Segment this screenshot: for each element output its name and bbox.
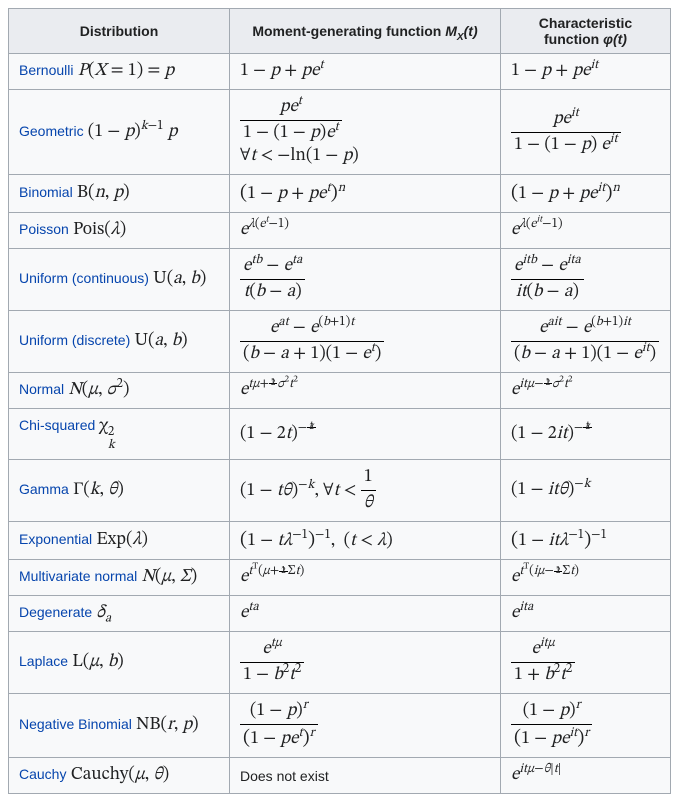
cell-distribution: Poisson Pois(λ): [9, 213, 230, 249]
distribution-link[interactable]: Normal: [19, 381, 64, 397]
cell-distribution: Uniform (discrete) U(a, b): [9, 311, 230, 373]
cell-cf: (1 − p + peit)n: [501, 175, 671, 213]
table-row: Bernoulli P(X = 1) = p1 − p + pet1 − p +…: [9, 54, 671, 90]
cell-distribution: Degenerate δa: [9, 596, 230, 632]
cell-mgf: (1 − 2t)−k2: [230, 409, 501, 460]
distribution-notation: U(a, b): [130, 332, 187, 350]
table-row: Binomial B(n, p)(1 − p + pet)n(1 − p + p…: [9, 175, 671, 213]
cell-distribution: Uniform (continuous) U(a, b): [9, 249, 230, 311]
cell-distribution: Negative Binomial NB(r, p): [9, 694, 230, 758]
table-row: Uniform (discrete) U(a, b)eat − e(b+1)t(…: [9, 311, 671, 373]
cell-distribution: Binomial B(n, p): [9, 175, 230, 213]
header-cf: Characteristic function φ(t): [501, 9, 671, 54]
cell-cf: (1 − p)r(1 − peit)r: [501, 694, 671, 758]
distribution-link[interactable]: Cauchy: [19, 766, 66, 782]
table-row: Exponential Exp(λ)(1 − tλ−1)−1, (t < λ)(…: [9, 522, 671, 560]
cell-distribution: Laplace L(μ, b): [9, 632, 230, 694]
distribution-notation: N(μ, σ2): [64, 381, 129, 399]
table-row: Uniform (continuous) U(a, b)etb − etat(b…: [9, 249, 671, 311]
distribution-link[interactable]: Degenerate: [19, 604, 92, 620]
cell-mgf: pet1 − (1 − p)et∀t < −ln(1 − p): [230, 90, 501, 175]
cell-distribution: Multivariate normal N(μ, Σ): [9, 560, 230, 596]
table-row: Gamma Γ(k, θ)(1 − tθ)−k, ∀t < 1θ(1 − itθ…: [9, 460, 671, 522]
distribution-notation: B(n, p): [73, 184, 130, 202]
cell-mgf: eat − e(b+1)t(b − a + 1)(1 − et): [230, 311, 501, 373]
cell-cf: etT(iμ−12Σt): [501, 560, 671, 596]
distribution-notation: P(X = 1) = p: [73, 62, 174, 80]
distribution-link[interactable]: Uniform (continuous): [19, 270, 149, 286]
cell-mgf: (1 − tθ)−k, ∀t < 1θ: [230, 460, 501, 522]
distribution-table: Distribution Moment-generating function …: [8, 8, 671, 794]
distribution-link[interactable]: Laplace: [19, 653, 68, 669]
distribution-notation: Γ(k, θ): [69, 481, 124, 499]
cell-mgf: (1 − tλ−1)−1, (t < λ): [230, 522, 501, 560]
cell-mgf: Does not exist: [230, 758, 501, 794]
cell-cf: eitμ−12σ2t2: [501, 373, 671, 409]
table-row: Geometric (1 − p)k−1 ppet1 − (1 − p)et∀t…: [9, 90, 671, 175]
distribution-notation: χ2k: [95, 417, 115, 435]
cell-mgf: (1 − p)r(1 − pet)r: [230, 694, 501, 758]
cell-distribution: Bernoulli P(X = 1) = p: [9, 54, 230, 90]
table-row: Laplace L(μ, b)etμ1 − b2t2eitμ1 + b2t2: [9, 632, 671, 694]
cell-cf: 1 − p + peit: [501, 54, 671, 90]
cell-cf: eait − e(b+1)it(b − a + 1)(1 − eit): [501, 311, 671, 373]
cell-mgf: etb − etat(b − a): [230, 249, 501, 311]
header-mgf: Moment-generating function MX(t): [230, 9, 501, 54]
cell-cf: eitμ−θ|t|: [501, 758, 671, 794]
table-row: Chi-squared χ2k(1 − 2t)−k2(1 − 2it)−k2: [9, 409, 671, 460]
cell-distribution: Cauchy Cauchy(μ, θ): [9, 758, 230, 794]
distribution-notation: Pois(λ): [69, 221, 126, 239]
distribution-link[interactable]: Exponential: [19, 531, 92, 547]
cell-distribution: Exponential Exp(λ): [9, 522, 230, 560]
cell-mgf: (1 − p + pet)n: [230, 175, 501, 213]
cell-distribution: Geometric (1 − p)k−1 p: [9, 90, 230, 175]
distribution-link[interactable]: Geometric: [19, 123, 84, 139]
distribution-link[interactable]: Gamma: [19, 481, 69, 497]
table-row: Negative Binomial NB(r, p)(1 − p)r(1 − p…: [9, 694, 671, 758]
distribution-notation: Exp(λ): [92, 531, 148, 549]
distribution-link[interactable]: Negative Binomial: [19, 716, 132, 732]
cell-cf: peit1 − (1 − p) eit: [501, 90, 671, 175]
cell-mgf: etμ1 − b2t2: [230, 632, 501, 694]
header-distribution: Distribution: [9, 9, 230, 54]
table-row: Normal N(μ, σ2)etμ+12σ2t2eitμ−12σ2t2: [9, 373, 671, 409]
distribution-notation: L(μ, b): [68, 653, 124, 671]
cell-mgf: etμ+12σ2t2: [230, 373, 501, 409]
cell-cf: (1 − 2it)−k2: [501, 409, 671, 460]
distribution-notation: U(a, b): [149, 270, 206, 288]
table-row: Multivariate normal N(μ, Σ)etT(μ+12Σt)et…: [9, 560, 671, 596]
cell-cf: eita: [501, 596, 671, 632]
distribution-notation: N(μ, Σ): [137, 568, 197, 586]
cell-mgf: eta: [230, 596, 501, 632]
distribution-link[interactable]: Poisson: [19, 221, 69, 237]
distribution-notation: (1 − p)k−1 p: [84, 123, 178, 141]
distribution-notation: δa: [92, 604, 111, 622]
cell-distribution: Chi-squared χ2k: [9, 409, 230, 460]
distribution-notation: NB(r, p): [132, 716, 199, 734]
distribution-link[interactable]: Bernoulli: [19, 62, 73, 78]
distribution-link[interactable]: Chi-squared: [19, 417, 95, 433]
cell-distribution: Normal N(μ, σ2): [9, 373, 230, 409]
table-row: Degenerate δaetaeita: [9, 596, 671, 632]
distribution-link[interactable]: Binomial: [19, 184, 73, 200]
distribution-link[interactable]: Uniform (discrete): [19, 332, 130, 348]
cell-distribution: Gamma Γ(k, θ): [9, 460, 230, 522]
cell-cf: (1 − itλ−1)−1: [501, 522, 671, 560]
cell-cf: eitμ1 + b2t2: [501, 632, 671, 694]
distribution-link[interactable]: Multivariate normal: [19, 568, 137, 584]
distribution-notation: Cauchy(μ, θ): [66, 766, 169, 784]
cell-cf: (1 − itθ)−k: [501, 460, 671, 522]
header-row: Distribution Moment-generating function …: [9, 9, 671, 54]
table-row: Cauchy Cauchy(μ, θ)Does not existeitμ−θ|…: [9, 758, 671, 794]
cell-mgf: 1 − p + pet: [230, 54, 501, 90]
cell-cf: eλ(eit−1): [501, 213, 671, 249]
cell-cf: eitb − eitait(b − a): [501, 249, 671, 311]
cell-mgf: etT(μ+12Σt): [230, 560, 501, 596]
table-row: Poisson Pois(λ)eλ(et−1)eλ(eit−1): [9, 213, 671, 249]
cell-mgf: eλ(et−1): [230, 213, 501, 249]
